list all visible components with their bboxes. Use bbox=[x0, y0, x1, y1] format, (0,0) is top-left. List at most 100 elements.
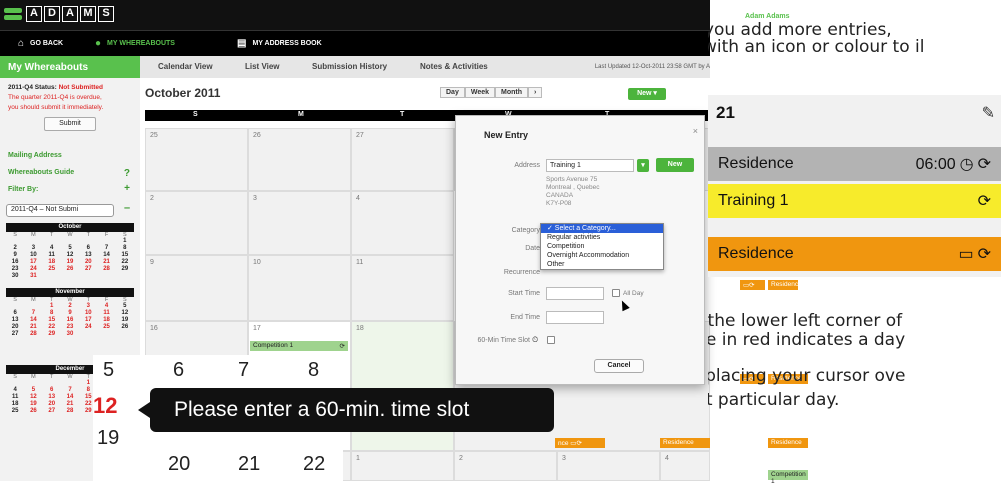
day-view-button[interactable]: Day bbox=[440, 87, 465, 98]
tab-notes-activities[interactable]: Notes & Activities bbox=[420, 62, 488, 71]
mini-day[interactable]: 26 bbox=[116, 324, 134, 331]
mini-day[interactable]: 19 bbox=[116, 317, 134, 324]
day-cell[interactable]: 26 bbox=[248, 128, 351, 191]
mini-day[interactable]: 23 bbox=[61, 324, 79, 331]
mini-day[interactable]: 12 bbox=[116, 310, 134, 317]
mini-day[interactable]: 30 bbox=[6, 273, 24, 280]
day-cell[interactable]: 9 bbox=[145, 255, 248, 321]
day-cell[interactable]: 4 bbox=[351, 191, 454, 255]
mini-day[interactable]: 11 bbox=[43, 252, 61, 259]
mini-day[interactable]: 7 bbox=[97, 245, 115, 252]
mini-day[interactable]: 5 bbox=[61, 245, 79, 252]
tab-submission-history[interactable]: Submission History bbox=[312, 62, 387, 71]
day-cell[interactable]: 10 bbox=[248, 255, 351, 321]
mini-day[interactable]: 28 bbox=[24, 331, 42, 338]
mini-day[interactable]: 27 bbox=[79, 266, 97, 273]
week-view-button[interactable]: Week bbox=[464, 87, 496, 98]
nav-my-address-book[interactable]: ▤ MY ADDRESS BOOK bbox=[237, 38, 322, 49]
mini-day[interactable]: 27 bbox=[43, 408, 61, 415]
mini-day[interactable]: 15 bbox=[116, 252, 134, 259]
event-residence[interactable]: nce ▭⟳ bbox=[555, 438, 605, 448]
mini-day[interactable]: 2 bbox=[6, 245, 24, 252]
mini-day[interactable]: 7 bbox=[24, 310, 42, 317]
mini-day[interactable]: 29 bbox=[116, 266, 134, 273]
mini-day[interactable]: 26 bbox=[24, 408, 42, 415]
day-cell[interactable]: 1 bbox=[351, 451, 454, 481]
all-day-checkbox[interactable] bbox=[612, 289, 620, 297]
mini-day[interactable]: 3 bbox=[79, 303, 97, 310]
day-cell[interactable]: 3 bbox=[557, 451, 660, 481]
mini-day[interactable]: 10 bbox=[79, 310, 97, 317]
day-cell[interactable]: 27 bbox=[351, 128, 454, 191]
mini-day[interactable]: 17 bbox=[79, 317, 97, 324]
new-entry-button[interactable]: New ▾ bbox=[628, 88, 666, 100]
whereabouts-guide-link[interactable]: Whereabouts Guide bbox=[8, 169, 74, 176]
mini-day[interactable]: 25 bbox=[97, 324, 115, 331]
mini-day[interactable]: 5 bbox=[116, 303, 134, 310]
mini-day[interactable]: 16 bbox=[61, 317, 79, 324]
mini-day[interactable]: 8 bbox=[43, 310, 61, 317]
event-residence[interactable]: Residence bbox=[660, 438, 710, 448]
day-cell[interactable]: 2 bbox=[145, 191, 248, 255]
mini-day[interactable]: 2 bbox=[61, 303, 79, 310]
category-dropdown[interactable]: ✓ Select a Category... Regular activitie… bbox=[540, 223, 664, 270]
mini-day[interactable]: 9 bbox=[6, 252, 24, 259]
event-competition[interactable]: Competition 1 ⟳ bbox=[250, 341, 348, 351]
mini-day[interactable]: 13 bbox=[79, 252, 97, 259]
logo[interactable]: A D A M S bbox=[4, 6, 116, 22]
mini-day[interactable]: 5 bbox=[24, 387, 42, 394]
mini-day[interactable]: 18 bbox=[43, 259, 61, 266]
mini-day[interactable]: 25 bbox=[43, 266, 61, 273]
quarter-filter-select[interactable]: 2011-Q4 – Not Submi bbox=[6, 204, 114, 217]
mini-day[interactable]: 6 bbox=[43, 387, 61, 394]
mini-day[interactable]: 15 bbox=[43, 317, 61, 324]
mini-day[interactable]: 6 bbox=[6, 310, 24, 317]
mini-day[interactable]: 28 bbox=[97, 266, 115, 273]
mini-day[interactable]: 22 bbox=[116, 259, 134, 266]
mini-day[interactable]: 24 bbox=[24, 266, 42, 273]
day-cell[interactable]: 3 bbox=[248, 191, 351, 255]
mini-day[interactable]: 18 bbox=[97, 317, 115, 324]
mini-day[interactable]: 11 bbox=[97, 310, 115, 317]
mini-day[interactable]: 19 bbox=[61, 259, 79, 266]
mini-day[interactable]: 23 bbox=[6, 266, 24, 273]
mini-day[interactable]: 3 bbox=[24, 245, 42, 252]
mini-day[interactable]: 31 bbox=[24, 273, 42, 280]
add-filter-icon[interactable]: + bbox=[124, 183, 130, 194]
mini-day[interactable]: 28 bbox=[61, 408, 79, 415]
submit-button[interactable]: Submit bbox=[44, 117, 96, 131]
mini-day[interactable]: 13 bbox=[6, 317, 24, 324]
mini-day[interactable]: 24 bbox=[79, 324, 97, 331]
mini-day[interactable]: 13 bbox=[43, 394, 61, 401]
dropdown-option[interactable]: Competition bbox=[541, 242, 663, 251]
mini-day[interactable]: 4 bbox=[43, 245, 61, 252]
mini-day[interactable]: 1 bbox=[43, 303, 61, 310]
day-cell[interactable]: 11 bbox=[351, 255, 454, 321]
nav-my-whereabouts[interactable]: ● MY WHEREABOUTS bbox=[95, 38, 175, 49]
mini-day[interactable]: 27 bbox=[6, 331, 24, 338]
day-cell[interactable]: 4 bbox=[660, 451, 710, 481]
tab-list-view[interactable]: List View bbox=[245, 62, 280, 71]
mini-day[interactable]: 7 bbox=[61, 387, 79, 394]
new-address-button[interactable]: New bbox=[656, 158, 694, 172]
mini-day[interactable]: 19 bbox=[24, 401, 42, 408]
dropdown-option[interactable]: Other bbox=[541, 260, 663, 269]
mini-day[interactable]: 29 bbox=[43, 331, 61, 338]
mini-day[interactable]: 21 bbox=[97, 259, 115, 266]
mini-day[interactable]: 9 bbox=[61, 310, 79, 317]
mini-day[interactable]: 8 bbox=[116, 245, 134, 252]
end-time-input[interactable] bbox=[546, 311, 604, 324]
mini-day[interactable]: 25 bbox=[6, 408, 24, 415]
go-back-button[interactable]: ⌂ GO BACK bbox=[18, 38, 63, 49]
mini-day[interactable]: 6 bbox=[79, 245, 97, 252]
mini-day[interactable]: 20 bbox=[6, 324, 24, 331]
close-icon[interactable]: × bbox=[693, 126, 698, 136]
time-slot-checkbox[interactable] bbox=[547, 336, 555, 344]
dropdown-option[interactable]: Overnight Accommodation bbox=[541, 251, 663, 260]
mini-day[interactable]: 12 bbox=[61, 252, 79, 259]
start-time-input[interactable] bbox=[546, 287, 604, 300]
chevron-down-icon[interactable]: ▾ bbox=[637, 159, 649, 172]
mini-day[interactable]: 1 bbox=[116, 238, 134, 245]
mini-day[interactable]: 20 bbox=[43, 401, 61, 408]
mini-day[interactable]: 20 bbox=[79, 259, 97, 266]
